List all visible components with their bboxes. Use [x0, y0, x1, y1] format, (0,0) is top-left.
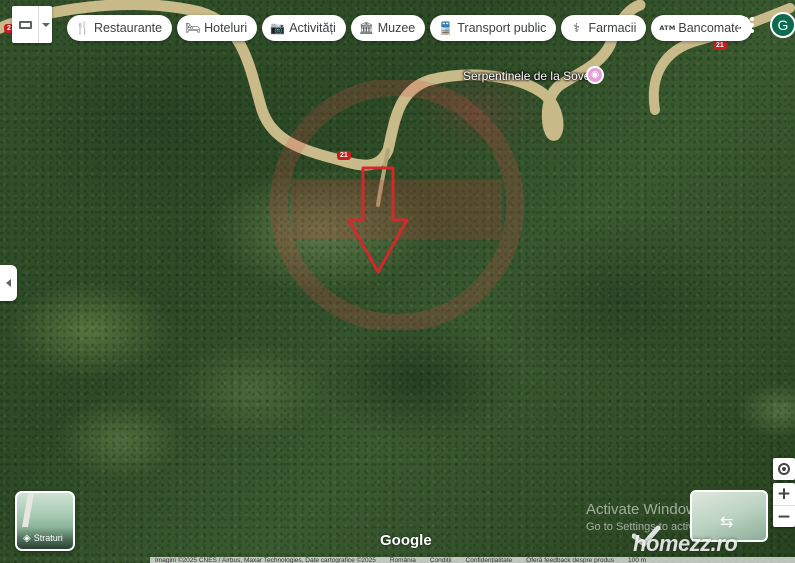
camera-pin-icon[interactable]: ◉ [586, 66, 604, 84]
google-logo: Google [380, 532, 432, 549]
route-shield: 21 [713, 41, 727, 50]
zoom-out-button[interactable]: − [773, 505, 795, 527]
place-label[interactable]: Serpentinele de la Soveja [463, 69, 600, 83]
road-layer [0, 0, 795, 274]
chevron-down-icon[interactable] [38, 6, 52, 43]
brand-watermark: homezz.ro [633, 531, 738, 556]
chip-label: Hoteluri [204, 21, 248, 35]
feedback-link[interactable]: Oferă feedback despre produs [526, 557, 614, 563]
country-link[interactable]: România [390, 557, 416, 563]
chip-hotels[interactable]: 🛏 Hoteluri [177, 15, 258, 41]
pharmacy-icon: ⚕ [573, 21, 580, 35]
imagery-credit: Imagini ©2025 CNES / Airbus, Maxar Techn… [155, 557, 376, 563]
location-arrow [347, 166, 409, 274]
layers-icon: ◈ [23, 532, 31, 544]
apps-grid-icon[interactable] [738, 17, 754, 33]
chip-transit[interactable]: 🚆 Transport public [430, 15, 557, 41]
attribution-bar: Imagini ©2025 CNES / Airbus, Maxar Techn… [150, 557, 795, 563]
scale-label: 100 m [627, 557, 647, 563]
keyboard-icon[interactable] [12, 6, 38, 43]
swap-icon: ⇆ [720, 512, 734, 531]
chip-label: Muzee [377, 21, 416, 35]
chip-restaurants[interactable]: 🍴 Restaurante [67, 15, 173, 41]
account-avatar[interactable]: G [770, 12, 795, 38]
chip-label: Activități [289, 21, 336, 35]
privacy-link[interactable]: Confidențialitate [466, 557, 513, 563]
location-icon [778, 463, 790, 475]
layers-button[interactable]: ◈ Straturi [15, 491, 75, 551]
hotel-icon: 🛏 [185, 21, 201, 35]
collapse-panel-button[interactable] [0, 265, 17, 301]
chevron-left-icon [6, 279, 11, 287]
chip-activities[interactable]: 📷 Activități [262, 15, 346, 41]
category-chips: 🍴 Restaurante 🛏 Hoteluri 📷 Activități 🏛 … [67, 15, 752, 41]
chip-label: Bancomate [678, 21, 742, 35]
zoom-in-button[interactable]: + [773, 483, 795, 505]
input-tools[interactable] [12, 6, 52, 43]
layers-label: Straturi [33, 533, 63, 543]
chip-atm[interactable]: ATM Bancomate [651, 15, 752, 41]
chip-museums[interactable]: 🏛 Muzee [350, 15, 426, 41]
transit-icon: 🚆 [438, 21, 454, 35]
zoom-controls: + − [773, 483, 795, 527]
my-location-button[interactable] [773, 458, 795, 480]
route-shield: 21 [337, 151, 351, 160]
chip-label: Transport public [457, 21, 547, 35]
atm-icon: ATM [659, 24, 676, 32]
restaurant-icon: 🍴 [75, 21, 90, 35]
museum-icon: 🏛 [358, 21, 374, 35]
chip-pharmacies[interactable]: ⚕ Farmacii [561, 15, 647, 41]
terms-link[interactable]: Condiții [430, 557, 452, 563]
camera-icon: 📷 [270, 21, 286, 35]
chip-label: Farmacii [588, 21, 637, 35]
chip-label: Restaurante [94, 21, 163, 35]
